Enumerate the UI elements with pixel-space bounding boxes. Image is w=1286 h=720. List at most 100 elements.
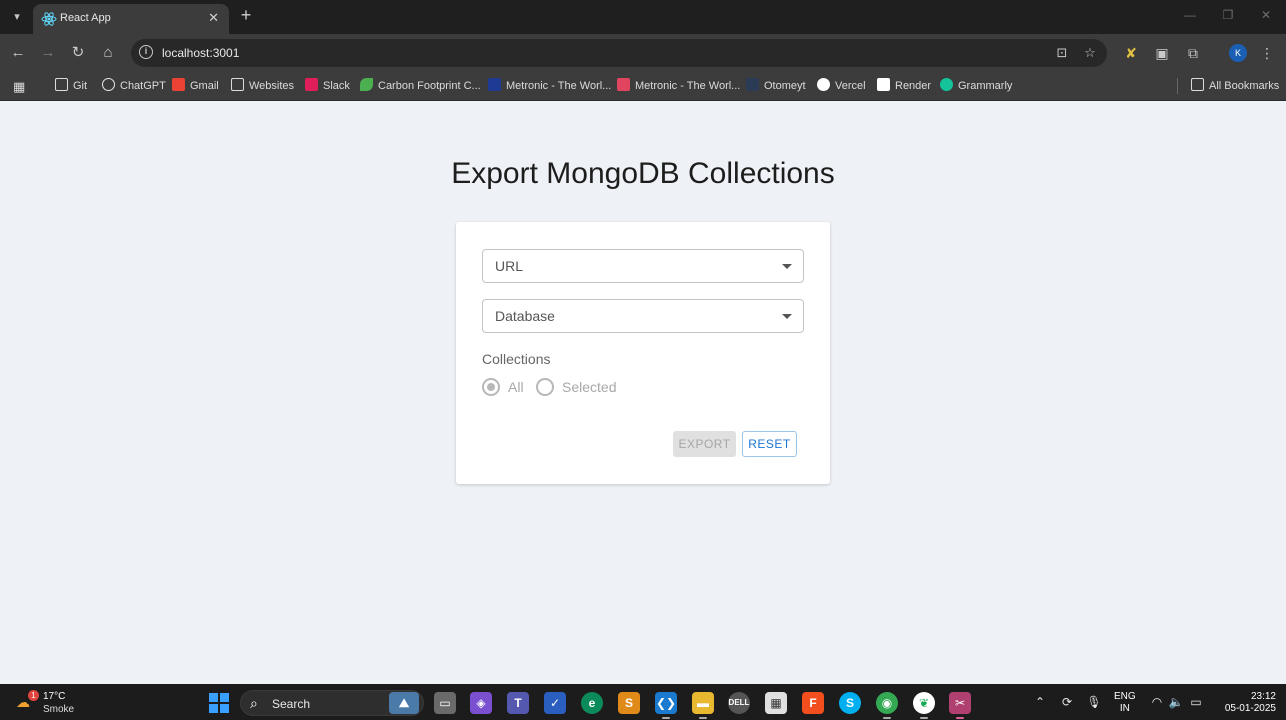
url-select-label: URL: [495, 258, 524, 274]
react-icon: [41, 12, 57, 26]
radio-selected-circle[interactable]: [536, 378, 554, 396]
bookmark-slack[interactable]: Slack: [305, 78, 350, 95]
export-form-card: URL Database Collections All Selected EX…: [456, 222, 830, 484]
tab-react-app[interactable]: React App ✕: [33, 4, 229, 34]
wifi-icon[interactable]: ◠: [1148, 695, 1166, 709]
windows-start-icon[interactable]: [209, 693, 229, 713]
address-bar[interactable]: i localhost:3001 ⊡ ☆: [131, 39, 1107, 67]
close-window-icon[interactable]: ✕: [1256, 8, 1276, 22]
sync-icon[interactable]: ⟳: [1058, 695, 1076, 709]
bookmark-git[interactable]: Git: [55, 78, 87, 95]
edge-icon[interactable]: e: [581, 692, 603, 714]
skype-icon[interactable]: S: [839, 692, 861, 714]
folder-icon: [55, 78, 68, 91]
windows-taskbar: ☁ 1 17°C Smoke ⌕ Search ⛰ ▭ ◈ T ✓ e S ❮❯…: [0, 684, 1286, 720]
grammarly-icon: [940, 78, 953, 91]
microsoft-store-icon[interactable]: ▦: [765, 692, 787, 714]
url-select[interactable]: URL: [482, 249, 804, 283]
bookmarks-bar: ▦ Git ChatGPT Gmail Websites Slack Carbo…: [0, 72, 1286, 101]
chevron-down-icon: [782, 264, 792, 269]
site-info-icon[interactable]: i: [139, 45, 153, 59]
install-app-icon[interactable]: ⊡: [1053, 44, 1071, 62]
bookmark-metronic-1[interactable]: Metronic - The Worl...: [488, 78, 611, 95]
bookmark-render[interactable]: Render: [877, 78, 931, 95]
metronic-icon: [617, 78, 630, 91]
otomeyt-icon: [746, 78, 759, 91]
metronic-icon: [488, 78, 501, 91]
figma-icon[interactable]: F: [802, 692, 824, 714]
system-clock[interactable]: 23:12 05-01-2025: [1212, 691, 1276, 715]
bookmark-vercel[interactable]: Vercel: [817, 78, 866, 95]
reset-button[interactable]: RESET: [742, 431, 797, 457]
teams-icon[interactable]: T: [507, 692, 529, 714]
extension-screen-icon[interactable]: ▣: [1152, 43, 1172, 63]
bookmarks-separator: [1177, 78, 1178, 94]
apps-grid-icon[interactable]: ▦: [13, 78, 25, 95]
chrome-icon[interactable]: ◉: [876, 692, 898, 714]
bookmark-grammarly[interactable]: Grammarly: [940, 78, 1012, 95]
new-tab-icon[interactable]: +: [236, 5, 256, 26]
todo-icon[interactable]: ✓: [544, 692, 566, 714]
folder-icon: [231, 78, 244, 91]
mongodb-compass-icon[interactable]: ❦: [913, 692, 935, 714]
bookmark-carbon-footprint[interactable]: Carbon Footprint C...: [360, 78, 481, 95]
weather-temperature[interactable]: 17°C: [43, 691, 65, 702]
search-highlight-icon[interactable]: ⛰: [389, 692, 419, 714]
export-button[interactable]: EXPORT: [673, 431, 736, 457]
microphone-icon[interactable]: 🎙: [1085, 695, 1103, 709]
bookmark-metronic-2[interactable]: Metronic - The Worl...: [617, 78, 740, 95]
restore-icon[interactable]: ❐: [1218, 8, 1238, 22]
chevron-down-icon: [782, 314, 792, 319]
gmail-icon: [172, 78, 185, 91]
radio-all-label: All: [508, 379, 524, 395]
database-select-label: Database: [495, 308, 555, 324]
extension-tool-icon[interactable]: ✘: [1121, 43, 1141, 63]
language-indicator[interactable]: ENG IN: [1114, 691, 1136, 715]
folder-icon: [1191, 78, 1204, 91]
forward-icon[interactable]: →: [38, 43, 58, 63]
dell-icon[interactable]: DELL: [728, 692, 750, 714]
home-icon[interactable]: ⌂: [98, 43, 118, 63]
collections-label: Collections: [482, 351, 551, 367]
radio-all-circle[interactable]: [482, 378, 500, 396]
weather-condition[interactable]: Smoke: [43, 704, 74, 715]
browser-menu-icon[interactable]: ⋮: [1257, 43, 1277, 63]
bookmark-otomeyt[interactable]: Otomeyt: [746, 78, 806, 95]
bookmark-gmail[interactable]: Gmail: [172, 78, 219, 95]
chatgpt-icon: [102, 78, 115, 91]
extensions-puzzle-icon[interactable]: ⧉: [1183, 43, 1203, 63]
radio-selected-label: Selected: [562, 379, 617, 395]
vercel-icon: [817, 78, 830, 91]
all-bookmarks[interactable]: All Bookmarks: [1191, 78, 1279, 95]
task-view-icon[interactable]: ▭: [434, 692, 456, 714]
tab-title: React App: [60, 12, 111, 24]
profile-avatar[interactable]: K: [1229, 44, 1247, 62]
clock-date: 05-01-2025: [1224, 703, 1276, 714]
active-indicator: [699, 717, 707, 719]
browser-tabstrip: ▾ React App ✕ + — ❐ ✕: [0, 0, 1286, 34]
active-indicator: [920, 717, 928, 719]
back-icon[interactable]: ←: [8, 43, 28, 63]
battery-icon[interactable]: ▭: [1187, 695, 1205, 709]
bookmark-websites[interactable]: Websites: [231, 78, 294, 95]
weather-badge: 1: [28, 690, 39, 701]
tab-search-menu-icon[interactable]: ▾: [6, 6, 28, 28]
minimize-icon[interactable]: —: [1180, 8, 1200, 22]
snipping-tool-icon[interactable]: ✂: [949, 692, 971, 714]
volume-icon[interactable]: 🔈: [1167, 695, 1185, 709]
copilot-icon[interactable]: ◈: [470, 692, 492, 714]
browser-toolbar: ← → ↻ ⌂ i localhost:3001 ⊡ ☆ ✘ ▣ ⧉ K ⋮: [0, 34, 1286, 72]
address-url[interactable]: localhost:3001: [162, 46, 239, 60]
reload-icon[interactable]: ↻: [68, 43, 88, 63]
search-icon: ⌕: [250, 695, 258, 711]
slack-icon: [305, 78, 318, 91]
active-indicator: [883, 717, 891, 719]
show-hidden-icons-icon[interactable]: ⌃: [1031, 695, 1049, 709]
file-explorer-icon[interactable]: ▬: [692, 692, 714, 714]
bookmark-star-icon[interactable]: ☆: [1081, 44, 1099, 62]
bookmark-chatgpt[interactable]: ChatGPT: [102, 78, 166, 95]
vscode-icon[interactable]: ❮❯: [655, 692, 677, 714]
database-select[interactable]: Database: [482, 299, 804, 333]
sublime-text-icon[interactable]: S: [618, 692, 640, 714]
close-tab-icon[interactable]: ✕: [208, 10, 219, 26]
